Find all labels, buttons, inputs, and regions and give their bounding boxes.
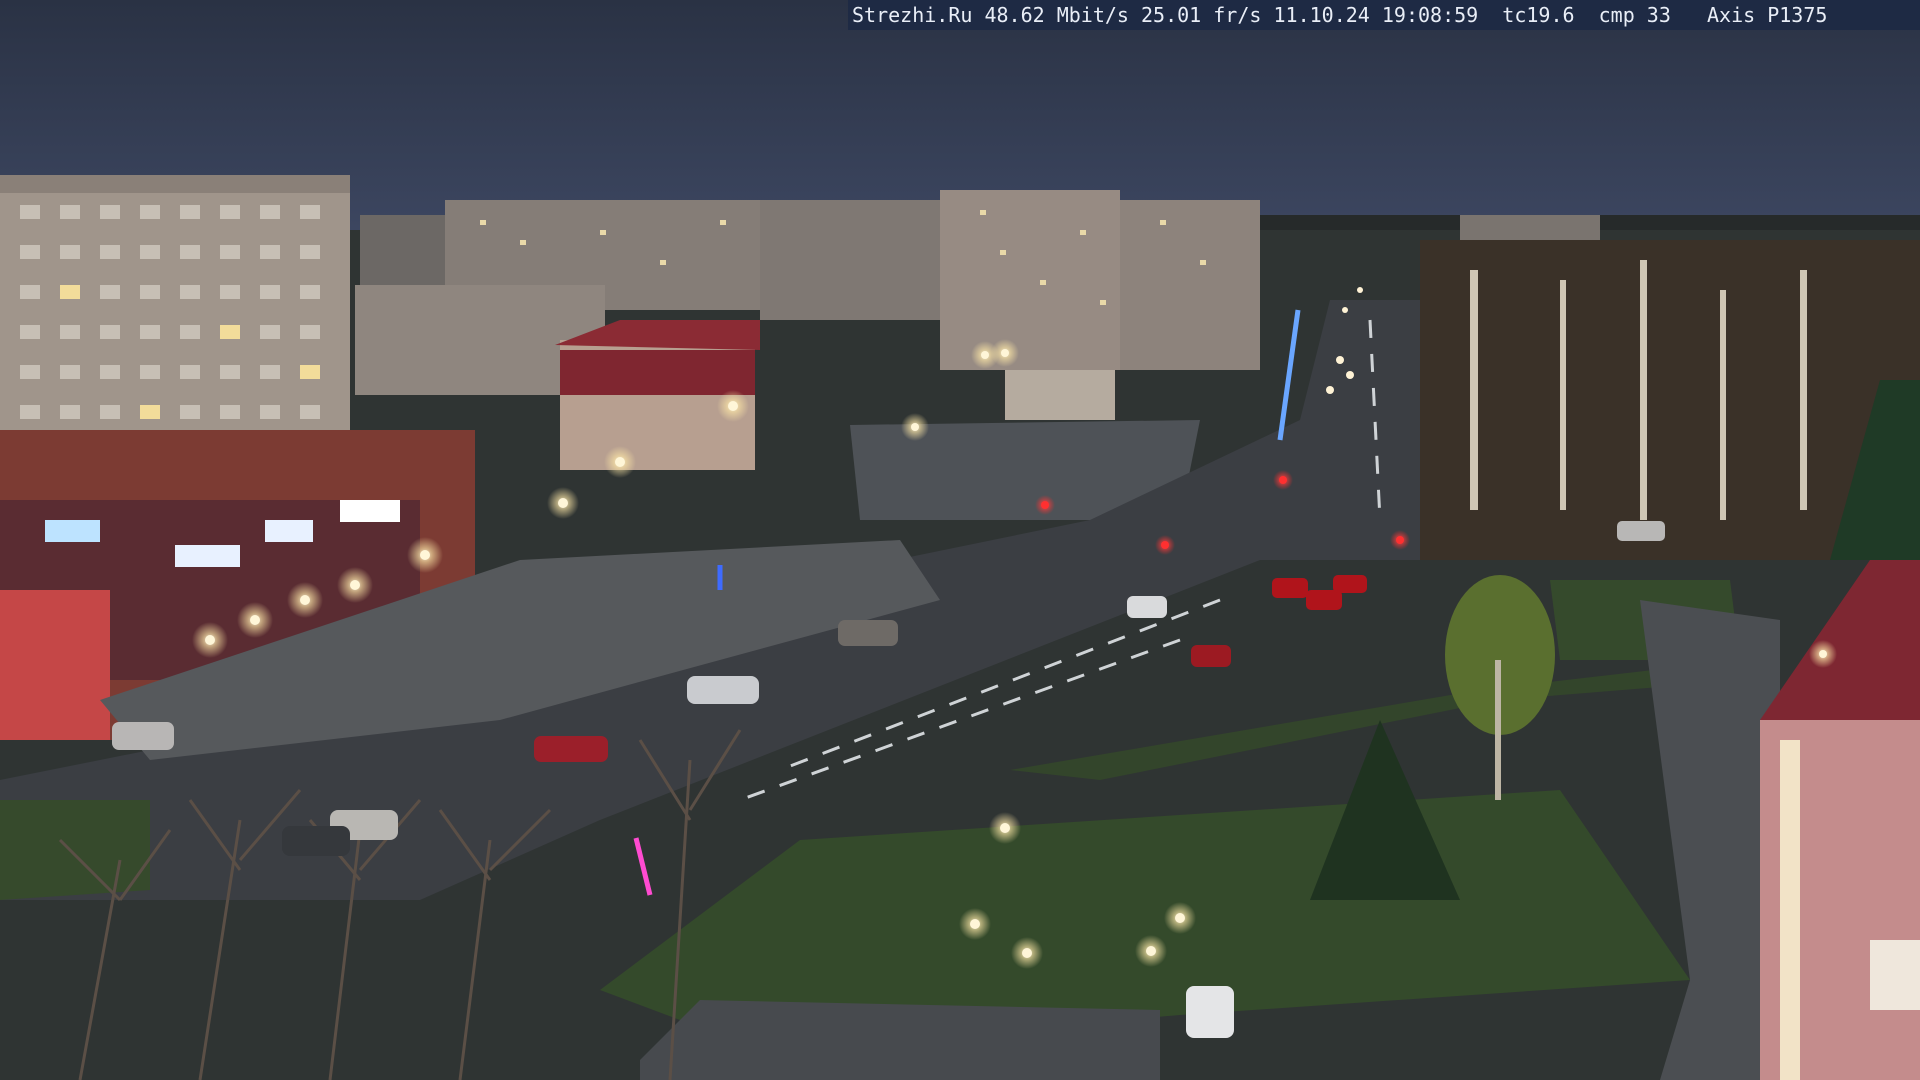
park-path — [640, 1000, 1160, 1080]
left-lawn — [0, 800, 150, 900]
osd-cmp: cmp 33 — [1598, 3, 1671, 27]
osd-bitrate: 48.62 Mbit/s — [984, 3, 1129, 27]
city-street-scene — [0, 0, 1920, 1080]
osd-site: Strezhi.Ru — [852, 3, 973, 27]
car-icon — [112, 722, 174, 750]
osd-tc: tc19.6 — [1502, 3, 1575, 27]
small-building — [1005, 370, 1115, 420]
osd-framerate: 25.01 fr/s — [1141, 3, 1262, 27]
webcam-frame: Strezhi.Ru 48.62 Mbit/s 25.01 fr/s 11.10… — [0, 0, 1920, 1080]
osd-date: 11.10.24 — [1273, 3, 1370, 27]
osd-time: 19:08:59 — [1381, 3, 1479, 27]
camera-osd-bar: Strezhi.Ru 48.62 Mbit/s 25.01 fr/s 11.10… — [848, 0, 1920, 30]
osd-camera: Axis P1375 — [1707, 3, 1828, 27]
